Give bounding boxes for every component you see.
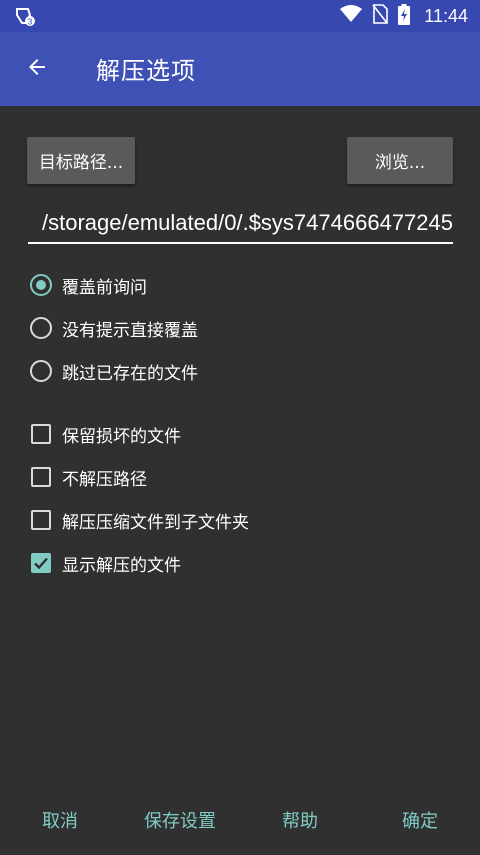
browse-button[interactable]: 浏览... (347, 137, 453, 184)
shield-notification-icon: 3 (14, 6, 36, 28)
checkbox[interactable] (31, 510, 51, 530)
wifi-icon (340, 5, 363, 27)
checkbox-label: 显示解压的文件 (62, 555, 181, 576)
save-settings-button[interactable]: 保存设置 (135, 798, 225, 842)
radio-label: 没有提示直接覆盖 (62, 320, 198, 341)
status-bar: 3 11:44 (0, 0, 480, 32)
app-bar: 解压选项 (0, 32, 480, 106)
checkbox[interactable] (31, 467, 51, 487)
radio-skip-existing-files[interactable]: 跳过已存在的文件 (28, 356, 448, 386)
battery-charging-icon (398, 3, 411, 29)
target-path-button[interactable]: 目标路径... (27, 137, 135, 184)
no-sim-icon (372, 4, 389, 28)
radio-overwrite-without-prompt[interactable]: 没有提示直接覆盖 (28, 313, 448, 343)
status-time: 11:44 (424, 5, 468, 26)
svg-text:3: 3 (28, 18, 33, 27)
arrow-left-icon (25, 55, 49, 83)
cancel-button[interactable]: 取消 (30, 798, 90, 842)
path-value: /storage/emulated/0/.$sys7474666477245 (42, 210, 453, 235)
checkbox-keep-broken-files[interactable]: 保留损坏的文件 (28, 419, 448, 449)
page-title: 解压选项 (96, 57, 196, 85)
radio-button[interactable] (30, 317, 52, 339)
checkbox-label: 不解压路径 (62, 469, 147, 490)
help-button[interactable]: 帮助 (272, 798, 328, 842)
back-button[interactable] (22, 54, 52, 84)
checkbox[interactable] (31, 424, 51, 444)
radio-button[interactable] (30, 360, 52, 382)
checkbox-label: 解压压缩文件到子文件夹 (62, 512, 249, 533)
checkbox-label: 保留损坏的文件 (62, 426, 181, 447)
checkbox-do-not-extract-paths[interactable]: 不解压路径 (28, 462, 448, 492)
dialog-footer: 取消 保存设置 帮助 确定 (0, 798, 480, 842)
ok-button[interactable]: 确定 (392, 798, 448, 842)
checkbox-checked[interactable] (31, 553, 51, 573)
radio-button-checked[interactable] (30, 274, 52, 296)
checkmark-icon (34, 557, 48, 570)
checkbox-extract-to-subfolders[interactable]: 解压压缩文件到子文件夹 (28, 505, 448, 535)
radio-ask-before-overwrite[interactable]: 覆盖前询问 (28, 270, 448, 300)
checkbox-show-extracted-files[interactable]: 显示解压的文件 (28, 548, 448, 578)
radio-label: 跳过已存在的文件 (62, 363, 198, 384)
path-input[interactable]: /storage/emulated/0/.$sys7474666477245 (28, 204, 453, 244)
radio-label: 覆盖前询问 (62, 277, 147, 298)
